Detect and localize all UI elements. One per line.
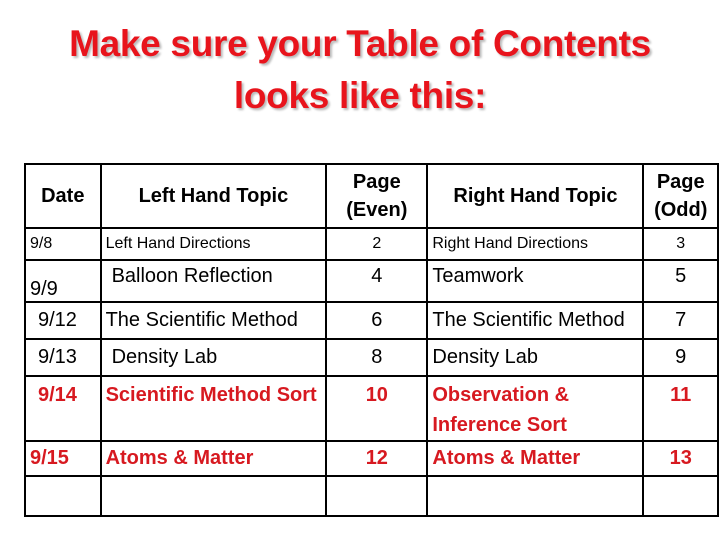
cell-date: 9/8 (24, 227, 102, 261)
cell-left-topic: Density Lab (99, 338, 328, 377)
cell-date: 9/15 (24, 440, 102, 477)
cell-page-odd: 3 (642, 227, 719, 261)
cell-page-even (325, 475, 429, 517)
table-of-contents: Date Left Hand Topic Page (Even) Right H… (24, 163, 719, 517)
header-page-even: Page (Even) (325, 163, 429, 229)
table-row: 9/13 Density Lab 8 Density Lab 9 (24, 338, 719, 377)
cell-right-topic: Density Lab (426, 338, 645, 377)
cell-left-topic: The Scientific Method (99, 301, 328, 340)
cell-date: 9/13 (24, 338, 102, 377)
cell-date: 9/14 (24, 375, 102, 442)
cell-page-odd: 9 (642, 338, 719, 377)
slide-title: Make sure your Table of Contents looks l… (0, 18, 720, 122)
table-row-empty (24, 475, 719, 517)
cell-left-topic: Balloon Reflection (99, 259, 328, 303)
cell-left-topic (99, 475, 328, 517)
title-line-1: Make sure your Table of Contents (69, 23, 651, 64)
cell-date: 9/9 (24, 259, 102, 303)
table-row: 9/8 Left Hand Directions 2 Right Hand Di… (24, 227, 719, 261)
title-line-2: looks like this: (233, 75, 487, 116)
cell-page-even: 8 (325, 338, 429, 377)
cell-page-odd: 5 (642, 259, 719, 303)
cell-date (24, 475, 102, 517)
cell-left-topic: Left Hand Directions (99, 227, 328, 261)
cell-page-odd (642, 475, 719, 517)
header-right-topic: Right Hand Topic (426, 163, 645, 229)
cell-page-odd: 13 (642, 440, 719, 477)
header-page-odd: Page (Odd) (642, 163, 719, 229)
cell-page-even: 2 (325, 227, 429, 261)
cell-page-even: 10 (325, 375, 429, 442)
header-row: Date Left Hand Topic Page (Even) Right H… (24, 163, 719, 229)
cell-date: 9/12 (24, 301, 102, 340)
cell-right-topic: Right Hand Directions (426, 227, 645, 261)
cell-right-topic: The Scientific Method (426, 301, 645, 340)
cell-page-even: 6 (325, 301, 429, 340)
cell-page-odd: 7 (642, 301, 719, 340)
table-row: 9/12 The Scientific Method 6 The Scienti… (24, 301, 719, 340)
cell-right-topic: Atoms & Matter (426, 440, 645, 477)
header-date: Date (24, 163, 102, 229)
cell-right-topic: Teamwork (426, 259, 645, 303)
table-row: 9/9 Balloon Reflection 4 Teamwork 5 (24, 259, 719, 303)
header-left-topic: Left Hand Topic (99, 163, 328, 229)
cell-right-topic (426, 475, 645, 517)
cell-right-topic: Observation & Inference Sort (426, 375, 645, 442)
cell-page-odd: 11 (642, 375, 719, 442)
table-row: 9/14 Scientific Method Sort 10 Observati… (24, 375, 719, 442)
table-row: 9/15 Atoms & Matter 12 Atoms & Matter 13 (24, 440, 719, 477)
cell-left-topic: Scientific Method Sort (99, 375, 328, 442)
cell-page-even: 12 (325, 440, 429, 477)
cell-left-topic: Atoms & Matter (99, 440, 328, 477)
cell-page-even: 4 (325, 259, 429, 303)
